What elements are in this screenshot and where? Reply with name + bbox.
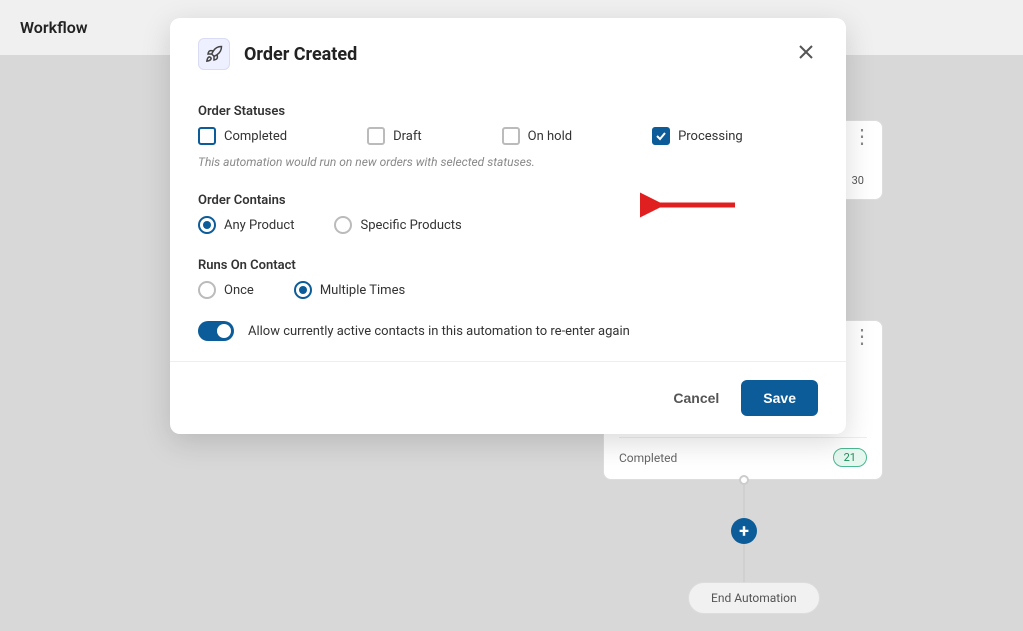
statuses-hint: This automation would run on new orders … [198,155,818,169]
cancel-button[interactable]: Cancel [673,390,719,406]
contains-specific-products[interactable]: Specific Products [334,216,461,234]
checkbox-icon [367,127,385,145]
reenter-toggle[interactable] [198,321,234,341]
rocket-icon [198,38,230,70]
node-badge: 30 [852,174,864,187]
order-contains-group: Any Product Specific Products [198,216,818,234]
runs-on-contact-group: Once Multiple Times [198,281,818,299]
status-label: Processing [678,129,743,144]
node-menu-icon[interactable]: ⋮ [852,331,872,341]
radio-icon [198,281,216,299]
runs-once[interactable]: Once [198,281,254,299]
radio-label: Specific Products [360,218,461,233]
radio-icon [334,216,352,234]
connector-dot [739,475,749,485]
reenter-label: Allow currently active contacts in this … [248,324,630,339]
radio-label: Multiple Times [320,283,405,298]
save-button[interactable]: Save [741,380,818,416]
radio-icon [294,281,312,299]
status-processing[interactable]: Processing [652,127,743,145]
runs-multiple[interactable]: Multiple Times [294,281,405,299]
add-step-button[interactable]: + [731,518,757,544]
status-draft[interactable]: Draft [367,127,422,145]
checkbox-icon [198,127,216,145]
status-completed[interactable]: Completed [198,127,287,145]
radio-label: Any Product [224,218,294,233]
close-button[interactable] [794,40,818,68]
modal-header: Order Created [170,18,846,80]
end-automation-node[interactable]: End Automation [688,582,820,614]
order-created-modal: Order Created Order Statuses Completed D… [170,18,846,434]
node-status-label: Completed [619,451,677,465]
runs-on-contact-label: Runs On Contact [198,258,818,273]
checkbox-icon [502,127,520,145]
order-statuses-label: Order Statuses [198,104,818,119]
checkbox-icon [652,127,670,145]
radio-label: Once [224,283,254,298]
order-contains-label: Order Contains [198,193,818,208]
end-automation-label: End Automation [711,591,797,605]
contains-any-product[interactable]: Any Product [198,216,294,234]
status-on-hold[interactable]: On hold [502,127,572,145]
node-menu-icon[interactable]: ⋮ [852,131,872,141]
status-label: Completed [224,129,287,144]
radio-icon [198,216,216,234]
status-label: On hold [528,129,572,144]
order-statuses-group: Completed Draft On hold Processing [198,127,818,145]
connector-line [743,544,745,582]
connector-line [743,485,745,520]
node-count-badge: 21 [833,448,867,467]
status-label: Draft [393,129,422,144]
modal-footer: Cancel Save [170,361,846,434]
modal-title: Order Created [244,44,357,65]
